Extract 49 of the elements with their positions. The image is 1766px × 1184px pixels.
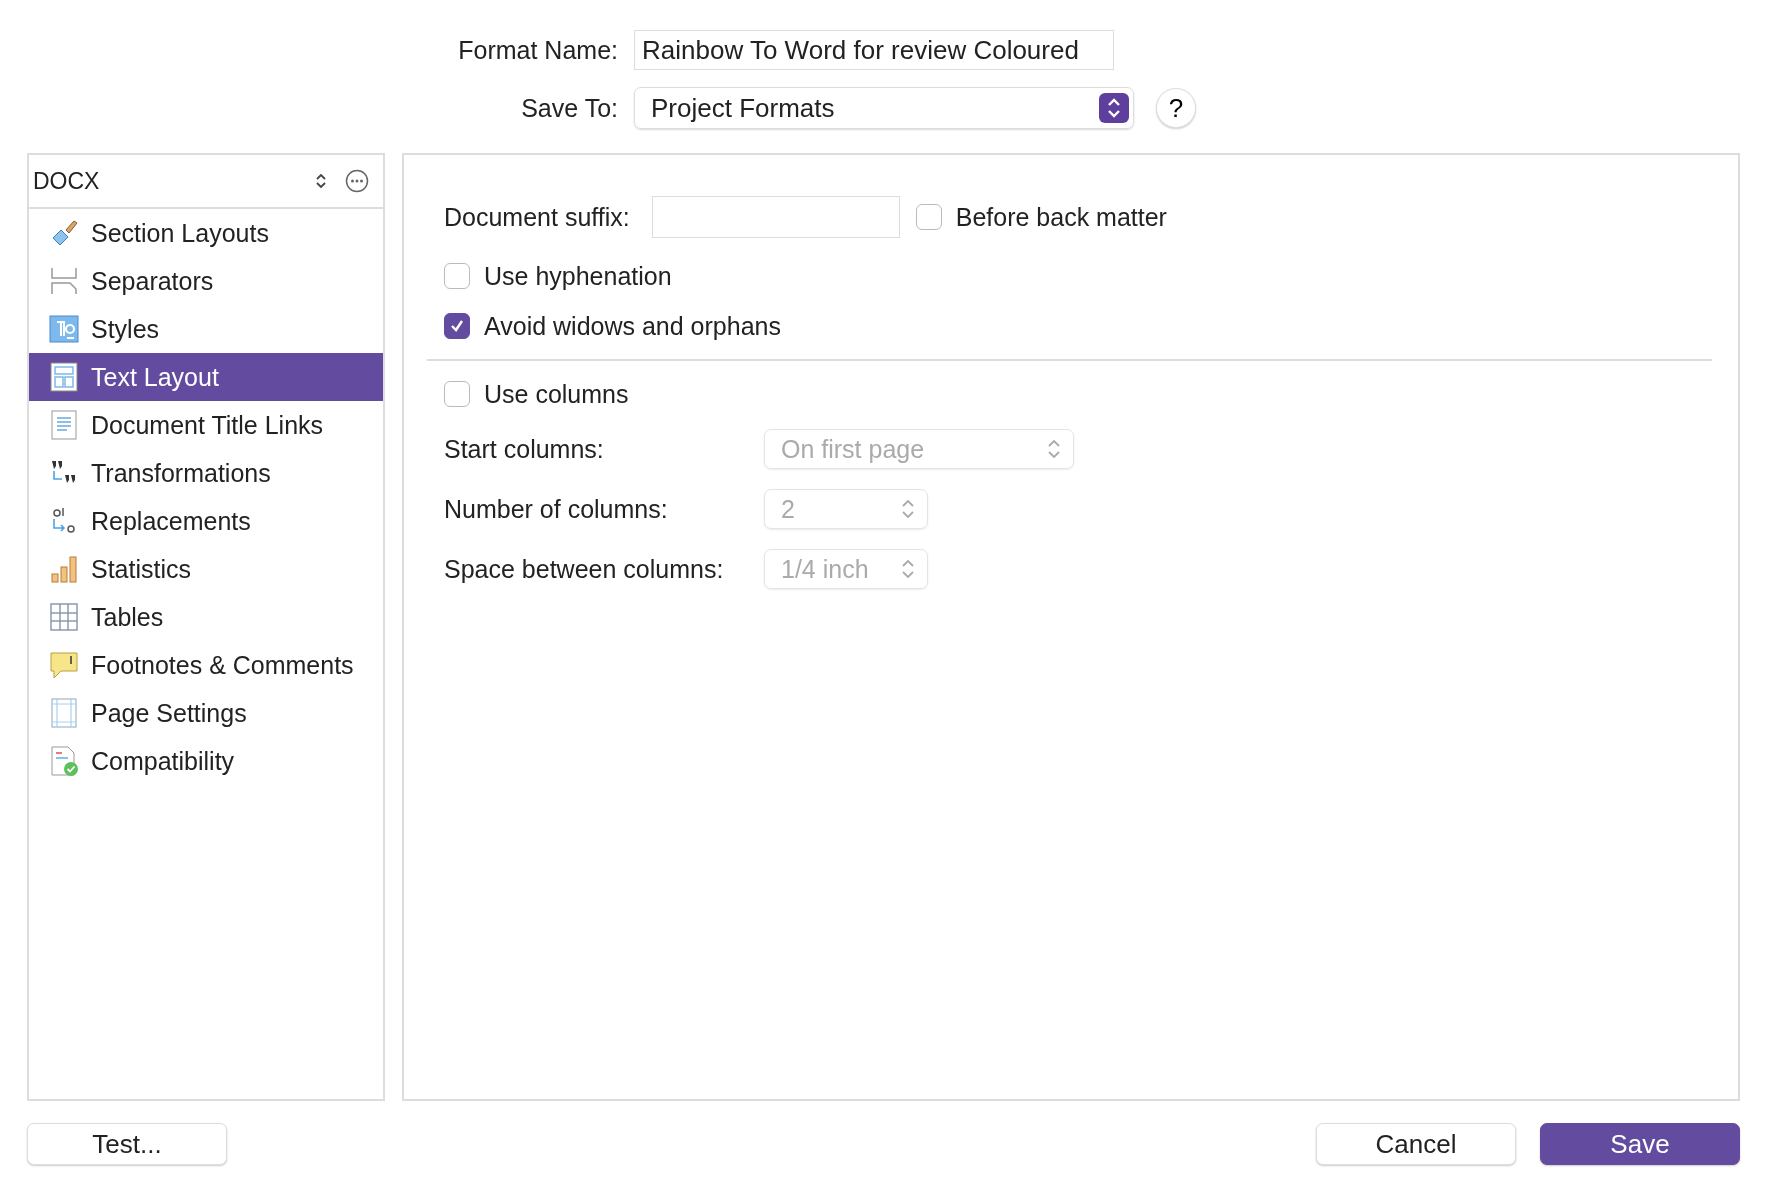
more-icon[interactable] <box>345 169 369 193</box>
save-to-label: Save To: <box>520 93 618 123</box>
page-icon <box>49 698 79 728</box>
setting-label: Start columns: <box>444 434 605 464</box>
cancel-button[interactable]: Cancel <box>1316 1123 1516 1165</box>
save-button[interactable]: Save <box>1540 1123 1740 1165</box>
sidebar-item[interactable]: Statistics <box>29 545 383 593</box>
format-type-title: DOCX <box>33 167 101 195</box>
page-break-icon <box>49 266 79 296</box>
checkbox[interactable] <box>444 263 470 289</box>
setting-label: Space between columns: <box>444 554 725 584</box>
sidebar-item[interactable]: Section Layouts <box>29 209 383 257</box>
paragraph-icon <box>49 314 79 344</box>
checkbox[interactable] <box>444 313 470 339</box>
sidebar-item[interactable]: Page Settings <box>29 689 383 737</box>
chevrons-icon[interactable] <box>315 172 327 190</box>
sidebar-item[interactable]: Document Title Links <box>29 401 383 449</box>
speech-bubble-icon <box>49 650 79 680</box>
layout-icon <box>49 362 79 392</box>
checkbox[interactable] <box>915 204 942 230</box>
checkbox-label: Avoid widows and orphans <box>484 311 781 341</box>
grid-icon <box>49 602 79 632</box>
setting-label: Number of columns: <box>444 494 669 524</box>
sidebar-item[interactable]: Transformations <box>29 449 383 497</box>
bar-chart-icon <box>49 554 79 584</box>
sidebar-item[interactable]: Footnotes & Comments <box>29 641 383 689</box>
test-button[interactable]: Test... <box>27 1123 227 1165</box>
checkbox-label: Before back matter <box>955 202 1167 232</box>
document-icon <box>49 410 79 440</box>
save-to-popup[interactable]: Project Formats <box>634 87 1134 129</box>
sidebar-item[interactable]: Tables <box>29 593 383 641</box>
format-name-label: Format Name: <box>457 35 618 65</box>
sidebar-item[interactable]: Styles <box>29 305 383 353</box>
sidebar-item[interactable]: Compatibility <box>29 737 383 785</box>
chevrons-icon <box>901 558 915 580</box>
chevrons-icon <box>901 498 915 520</box>
format-name-field[interactable]: Rainbow To Word for review Coloured <box>634 30 1114 70</box>
checkbox-label: Use hyphenation <box>484 261 672 291</box>
sidebar-item[interactable]: Text Layout <box>29 353 383 401</box>
document-suffix-field[interactable] <box>651 196 900 238</box>
document-suffix-label: Document suffix: <box>444 202 630 232</box>
checkbox[interactable] <box>444 381 470 407</box>
chevrons-icon <box>1099 93 1129 123</box>
document-check-icon <box>49 746 79 776</box>
help-button[interactable]: ? <box>1156 88 1196 128</box>
chevrons-icon <box>1047 438 1061 460</box>
sidebar-item[interactable]: Replacements <box>29 497 383 545</box>
sidebar-item[interactable]: Separators <box>29 257 383 305</box>
checkbox-label: Use columns <box>484 379 629 409</box>
